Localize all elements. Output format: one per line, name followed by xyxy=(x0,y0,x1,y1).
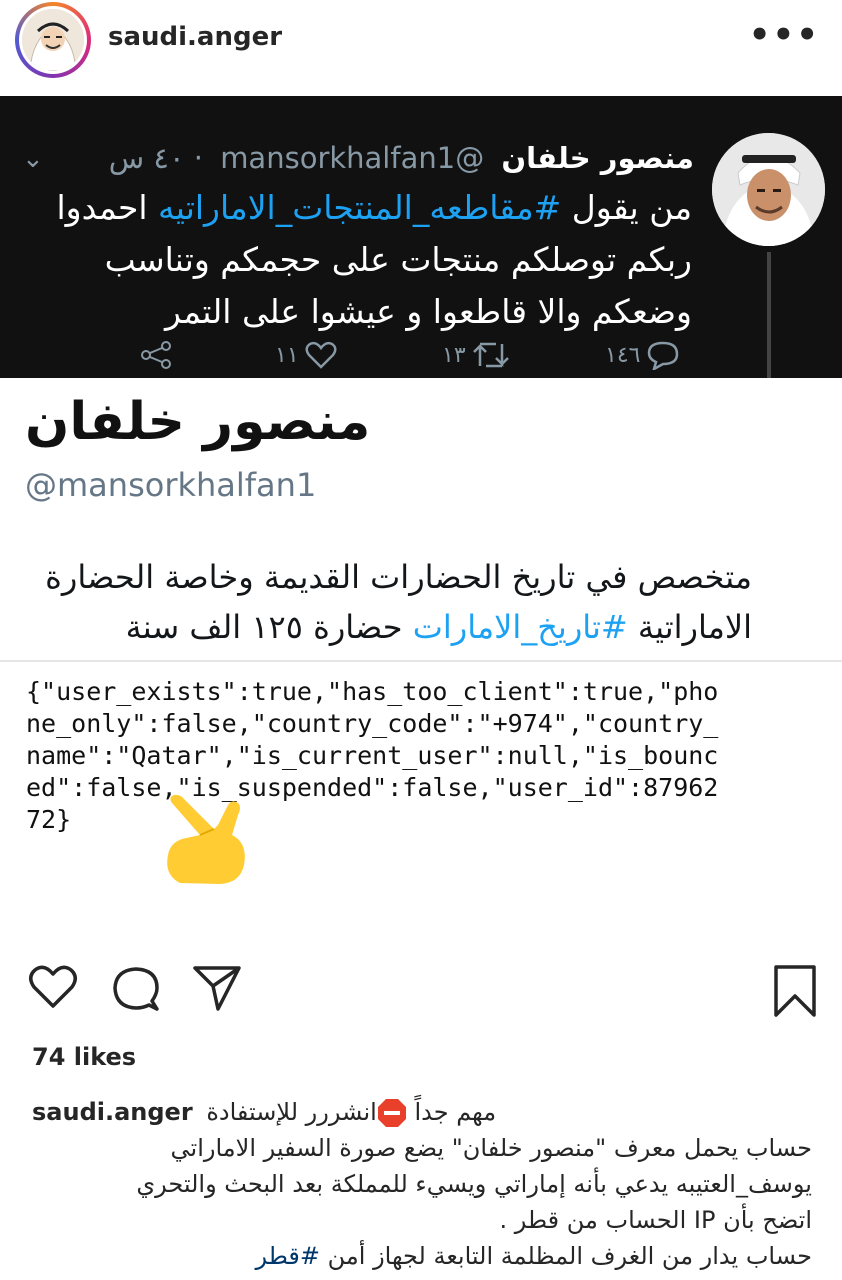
heart-icon[interactable] xyxy=(28,964,78,1014)
post-actions xyxy=(0,964,842,1024)
post-header: saudi.anger ••• xyxy=(0,0,842,96)
bio-hashtag: #تاريخ_الامارات xyxy=(412,608,628,646)
tweet-reply: ١٤٦ xyxy=(605,340,680,370)
tweet-share-icon xyxy=(140,340,172,370)
chevron-down-icon: ⌄ xyxy=(22,144,44,174)
tweet-reply-count: ١٤٦ xyxy=(605,342,641,368)
profile-avatar[interactable] xyxy=(15,2,91,78)
tweet-time: · ٤٠ س xyxy=(108,141,203,175)
tweet-author-handle: @mansorkhalfan1 xyxy=(220,141,485,175)
pointing-hand-emoji xyxy=(160,794,255,885)
caption-username[interactable]: saudi.anger xyxy=(32,1098,193,1126)
post-caption: saudi.anger مهم جداً انشررر للإستفادة حس… xyxy=(32,1094,812,1274)
tweet-author-name: منصور خلفان xyxy=(501,141,694,175)
tweet-reply-icon xyxy=(648,341,679,370)
caption-line-5: حساب يدار من الغرف المظلمة التابعة لجهاز… xyxy=(255,1242,813,1270)
caption-line-4: اتضح بأن IP الحساب من قطر . xyxy=(499,1206,812,1234)
post-username[interactable]: saudi.anger xyxy=(108,22,282,52)
tweet-heart-icon xyxy=(305,341,337,369)
tweet-retweet-count: ١٣ xyxy=(442,342,466,368)
avatar-image xyxy=(22,9,84,71)
tweet-hashtag: #مقاطعه_المنتجات_الاماراتيه xyxy=(158,188,562,227)
caption-line-2: حساب يحمل معرف "منصور خلفان" يضع صورة ال… xyxy=(170,1134,812,1162)
tweet-header: منصور خلفان @mansorkhalfan1 · ٤٠ س xyxy=(109,141,694,175)
likes-count[interactable]: 74 likes xyxy=(32,1043,136,1071)
bio-line-2: الاماراتية #تاريخ_الامارات حضارة ١٢٥ الف… xyxy=(125,608,752,646)
api-response-json: {"user_exists":true,"has_too_client":tru… xyxy=(26,677,719,834)
profile-handle: @mansorkhalfan1 xyxy=(25,466,317,504)
caption-line-1: saudi.anger مهم جداً انشررر للإستفادة xyxy=(32,1098,497,1128)
caption-hashtag[interactable]: #قطر xyxy=(256,1242,321,1270)
profile-bio: متخصص في تاريخ الحضارات القديمة وخاصة ال… xyxy=(12,552,752,652)
caption-line-3: يوسف_العتيبه يدعي بأنه إماراتي ويسيء للم… xyxy=(136,1170,812,1198)
tweet-screenshot: ⌄ منصور خلفان @mansorkhalfan1 · ٤٠ س من … xyxy=(0,96,842,378)
bookmark-icon[interactable] xyxy=(772,964,818,1022)
tweet-retweet: ١٣ xyxy=(442,340,510,370)
tweet-like: ١١ xyxy=(275,340,337,370)
tweet-text: من يقول #مقاطعه_المنتجات_الاماراتيه احمد… xyxy=(56,188,692,331)
bio-line-1: متخصص في تاريخ الحضارات القديمة وخاصة ال… xyxy=(45,558,752,596)
tweet-retweet-icon xyxy=(472,342,509,368)
send-icon[interactable] xyxy=(192,964,242,1016)
tweet-like-count: ١١ xyxy=(275,342,299,368)
more-options-icon[interactable]: ••• xyxy=(749,18,820,52)
comment-icon[interactable] xyxy=(111,964,161,1018)
stop-sign-emoji xyxy=(377,1098,407,1128)
profile-name: منصور خلفان xyxy=(25,392,371,452)
divider xyxy=(0,660,842,662)
tweet-actions: ١١ ١٣ ١٤٦ xyxy=(0,340,842,376)
tweet-avatar xyxy=(712,133,825,246)
